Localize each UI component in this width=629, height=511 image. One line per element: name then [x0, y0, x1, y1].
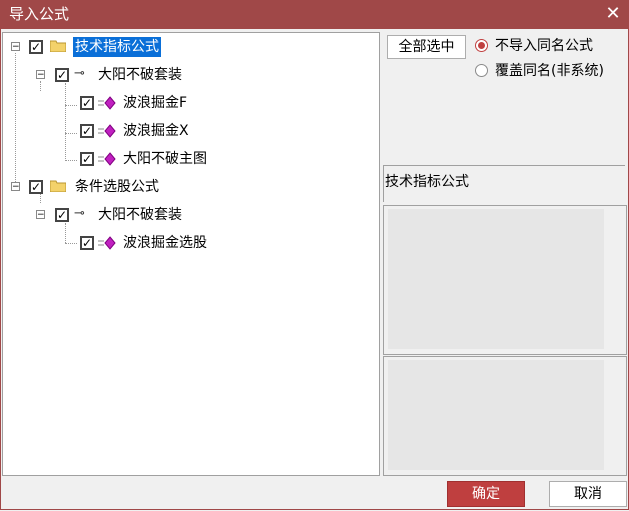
formula-name: 技术指标公式 [385, 174, 469, 190]
formula-gem-icon [98, 124, 116, 138]
close-icon: ✕ [605, 3, 621, 24]
tree-leaf[interactable]: ✓ 波浪掘金F [3, 92, 373, 114]
checkbox-stock-screening[interactable]: ✓ [29, 180, 43, 194]
tree-item-suite[interactable]: − ✓ ⊸ 大阳不破套装 [3, 64, 373, 86]
tree-leaf[interactable]: ✓ 波浪掘金X [3, 120, 373, 142]
title-bar: 导入公式 ✕ [0, 0, 629, 29]
select-all-button[interactable]: 全部选中 [387, 35, 466, 59]
checkbox-suite[interactable]: ✓ [55, 68, 69, 82]
radio-label: 不导入同名公式 [495, 38, 593, 54]
window-title: 导入公式 [9, 5, 70, 23]
collapse-icon[interactable]: − [36, 210, 45, 220]
tree-leaf-label: 大阳不破主图 [123, 151, 207, 167]
collapse-icon[interactable]: − [11, 42, 20, 52]
folder-icon [50, 40, 66, 52]
checkbox-leaf[interactable]: ✓ [80, 96, 94, 110]
tree-leaf-label: 波浪掘金X [123, 123, 189, 139]
tree-item-label: 大阳不破套装 [98, 207, 182, 223]
folder-icon [50, 180, 66, 192]
tree-leaf[interactable]: ✓ 大阳不破主图 [3, 148, 373, 170]
tree-group-tech-indicators[interactable]: − ✓ 技术指标公式 [3, 36, 373, 58]
cancel-button[interactable]: 取消 [549, 481, 627, 507]
collapse-icon[interactable]: − [36, 70, 45, 80]
description-area [388, 209, 604, 349]
radio-button[interactable] [475, 39, 488, 52]
radio-button[interactable] [475, 64, 488, 77]
tree-leaf[interactable]: ✓ 波浪掘金选股 [3, 232, 373, 254]
formula-parameters-box[interactable] [383, 356, 627, 476]
formula-gem-icon [98, 152, 116, 166]
radio-label: 覆盖同名(非系统) [495, 63, 604, 79]
checkbox-tech-indicators[interactable]: ✓ [29, 40, 43, 54]
formula-description-box[interactable] [383, 205, 627, 355]
formula-tree[interactable]: − ✓ 技术指标公式 − ✓ ⊸ 大阳不破套装 ✓ 波浪掘金F ✓ 波浪掘金X … [2, 32, 380, 476]
tree-item-suite[interactable]: − ✓ ⊸ 大阳不破套装 [3, 204, 373, 226]
checkbox-suite[interactable]: ✓ [55, 208, 69, 222]
formula-name-field: 技术指标公式 [383, 165, 625, 202]
tree-leaf-label: 波浪掘金F [123, 95, 188, 111]
checkbox-leaf[interactable]: ✓ [80, 124, 94, 138]
key-icon: ⊸ [74, 206, 85, 221]
checkbox-leaf[interactable]: ✓ [80, 152, 94, 166]
tree-group-stock-screening[interactable]: − ✓ 条件选股公式 [3, 176, 373, 198]
tree-leaf-label: 波浪掘金选股 [123, 235, 207, 251]
formula-gem-icon [98, 96, 116, 110]
key-icon: ⊸ [74, 66, 85, 81]
radio-overwrite-duplicates[interactable]: 覆盖同名(非系统) [475, 61, 625, 81]
ok-button[interactable]: 确定 [447, 481, 525, 507]
formula-gem-icon [98, 236, 116, 250]
tree-item-label: 大阳不破套装 [98, 67, 182, 83]
collapse-icon[interactable]: − [11, 182, 20, 192]
tree-group-label: 技术指标公式 [73, 37, 161, 57]
tree-group-label: 条件选股公式 [75, 179, 159, 195]
checkbox-leaf[interactable]: ✓ [80, 236, 94, 250]
close-button[interactable]: ✕ [601, 2, 625, 26]
radio-skip-duplicates[interactable]: 不导入同名公式 [475, 36, 625, 56]
parameters-area [388, 360, 604, 470]
